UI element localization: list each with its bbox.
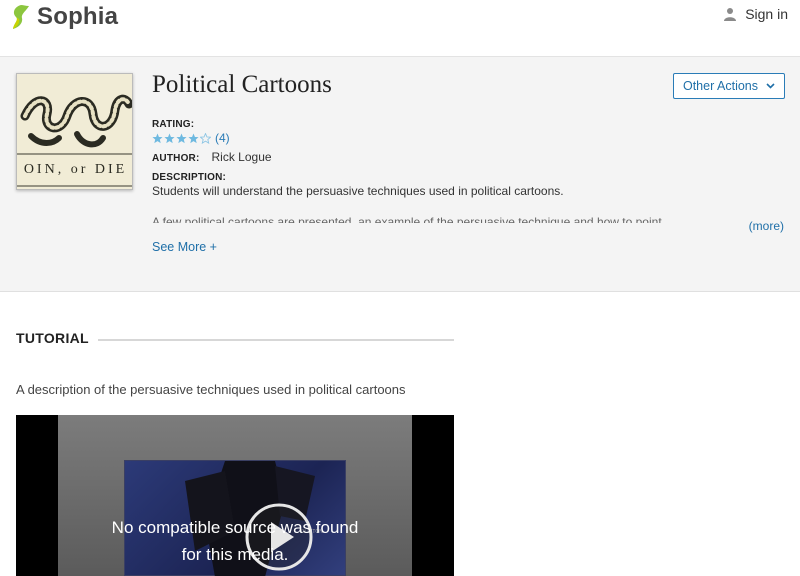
section-divider	[98, 339, 454, 341]
sign-in-link[interactable]: Sign in	[723, 6, 788, 22]
see-more-link[interactable]: See More +	[152, 240, 217, 254]
video-error-line-1: No compatible source was found	[111, 518, 359, 537]
video-player[interactable]: CLINTON No compatible source was found f…	[16, 415, 454, 576]
sophia-logo[interactable]: Sophia	[10, 3, 118, 31]
sophia-leaf-icon	[13, 5, 29, 29]
logo-text: Sophia	[37, 3, 119, 30]
top-navigation-bar: Sophia Sign in	[0, 0, 800, 57]
video-error-line-2: for this media.	[181, 545, 289, 564]
more-link[interactable]: (more)	[749, 219, 784, 233]
star-filled-icon	[176, 133, 187, 143]
cartoon-thumbnail: OIN, or DIE	[16, 73, 133, 190]
page-title: Political Cartoons	[152, 71, 332, 98]
star-filled-icon	[152, 133, 163, 143]
video-error-message: No compatible source was found for this …	[16, 514, 454, 568]
star-empty-icon	[200, 132, 211, 144]
rating-stars[interactable]: (4)	[152, 131, 230, 145]
author-label: AUTHOR:	[152, 153, 200, 164]
chevron-down-icon	[766, 83, 775, 89]
rating-label: RATING:	[152, 119, 195, 130]
star-filled-icon	[188, 133, 199, 143]
tutorial-description: A description of the persuasive techniqu…	[16, 382, 406, 397]
user-icon	[724, 8, 737, 21]
author-row: AUTHOR: Rick Logue	[152, 150, 272, 164]
thumbnail-caption: OIN, or DIE	[23, 162, 128, 177]
learning-object-overview: OIN, or DIE Political Cartoons Other Act…	[0, 57, 800, 292]
sign-in-label: Sign in	[745, 6, 788, 22]
rating-count-link[interactable]: (4)	[215, 131, 230, 145]
author-name: Rick Logue	[211, 150, 272, 164]
star-filled-icon	[164, 133, 175, 143]
tutorial-section-title: TUTORIAL	[16, 330, 89, 346]
description-text: Students will understand the persuasive …	[152, 184, 564, 198]
other-actions-dropdown[interactable]: Other Actions	[673, 73, 785, 99]
description-label: DESCRIPTION:	[152, 172, 227, 183]
description-continued-text: A few political cartoons are presented, …	[152, 215, 662, 223]
other-actions-label: Other Actions	[682, 79, 759, 93]
